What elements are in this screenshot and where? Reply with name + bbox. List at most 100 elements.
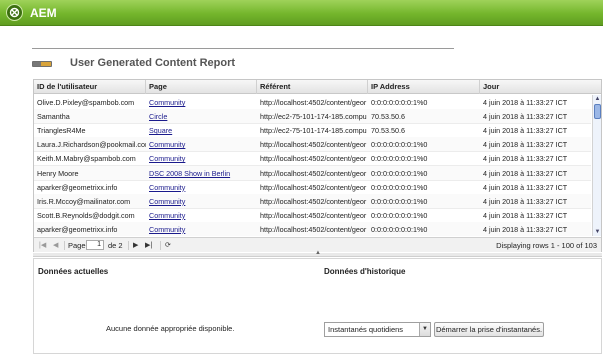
- column-header-ip[interactable]: IP Address: [368, 80, 480, 94]
- cell-date: 4 juin 2018 à 11:33:27 ICT: [483, 112, 568, 122]
- cell-user: Laura.J.Richardson@pookmail.com: [37, 140, 146, 150]
- scroll-thumb[interactable]: [594, 104, 601, 119]
- chevron-down-icon[interactable]: ▼: [419, 323, 430, 336]
- cell-user: Henry Moore: [37, 168, 79, 178]
- scroll-up-icon[interactable]: ▲: [594, 96, 601, 102]
- first-page-icon[interactable]: |◀: [39, 241, 46, 250]
- report-grid: ID de l'utilisateur Page Référent IP Add…: [33, 79, 602, 252]
- cell-ip: 70.53.50.6: [371, 112, 405, 122]
- vertical-scrollbar[interactable]: ▲ ▼: [592, 95, 601, 236]
- table-row[interactable]: Scott.B.Reynolds@dodgit.com Community http…: [34, 208, 591, 223]
- cell-referrer: http://localhost:4502/content/geor: [260, 196, 367, 206]
- cell-user: aparker@geometrixx.info: [37, 224, 118, 234]
- cell-date: 4 juin 2018 à 11:33:27 ICT: [483, 182, 568, 192]
- cell-user: Samantha: [37, 112, 70, 122]
- cell-date: 4 juin 2018 à 11:33:27 ICT: [483, 196, 568, 206]
- title-divider: [32, 48, 454, 49]
- cell-page-link[interactable]: Community: [146, 95, 257, 110]
- table-row[interactable]: Iris.R.Mccoy@mailinator.com Community http…: [34, 193, 591, 209]
- cell-user: Scott.B.Reynolds@dodgit.com: [37, 210, 135, 220]
- cell-ip: 70.53.50.6: [371, 126, 405, 136]
- snapshot-panel: Données actuelles Données d'historique A…: [33, 258, 602, 354]
- table-row[interactable]: Samantha Circle http://ec2-75-101-174-185.…: [34, 109, 591, 125]
- cell-date: 4 juin 2018 à 11:33:27 ICT: [483, 126, 568, 136]
- cell-ip: 0:0:0:0:0:0:0:1%0: [371, 98, 428, 107]
- table-row[interactable]: aparker@geometrixx.info Community http://l…: [34, 180, 591, 195]
- cell-page-link[interactable]: Square: [146, 123, 257, 138]
- column-header-referrer[interactable]: Référent: [257, 80, 368, 94]
- cell-user: Iris.R.Mccoy@mailinator.com: [37, 196, 131, 206]
- column-header-date[interactable]: Jour: [480, 80, 601, 94]
- cell-date: 4 juin 2018 à 11:33:27 ICT: [483, 98, 568, 107]
- cell-referrer: http://localhost:4502/content/geor: [260, 154, 367, 164]
- snapshot-interval-value: Instantanés quotidiens: [328, 325, 404, 334]
- aem-logo-icon[interactable]: [6, 4, 23, 21]
- cell-referrer: http://localhost:4502/content/geor: [260, 168, 367, 178]
- table-row[interactable]: aparker@geometrixx.info Community http://l…: [34, 221, 591, 236]
- rows-display-status: Displaying rows 1 - 100 of 103: [496, 241, 597, 250]
- grid-header: ID de l'utilisateur Page Référent IP Add…: [34, 80, 601, 94]
- cell-date: 4 juin 2018 à 11:33:27 ICT: [483, 140, 568, 150]
- page-label: Page: [68, 241, 86, 250]
- top-bar: AEM: [0, 0, 603, 26]
- report-title: User Generated Content Report: [70, 57, 236, 69]
- prev-page-icon[interactable]: ◀: [53, 241, 58, 250]
- cell-referrer: http://localhost:4502/content/geor: [260, 210, 367, 220]
- cell-referrer: http://ec2-75-101-174-185.compu: [260, 126, 367, 136]
- cell-user: Keith.M.Mabry@spambob.com: [37, 154, 136, 164]
- cell-page-link[interactable]: Community: [146, 137, 257, 152]
- table-row[interactable]: Laura.J.Richardson@pookmail.com Community…: [34, 137, 591, 153]
- table-row[interactable]: Henry Moore DSC 2008 Show in Berlin http:/…: [34, 165, 591, 181]
- history-data-title: Données d'historique: [324, 267, 406, 276]
- cell-ip: 0:0:0:0:0:0:0:1%0: [371, 140, 428, 150]
- cell-page-link[interactable]: DSC 2008 Show in Berlin: [146, 166, 257, 181]
- cell-page-link[interactable]: Community: [146, 151, 257, 166]
- cell-ip: 0:0:0:0:0:0:0:1%0: [371, 224, 428, 234]
- last-page-icon[interactable]: ▶|: [145, 241, 152, 250]
- table-row[interactable]: Keith.M.Mabry@spambob.com Community http:/…: [34, 151, 591, 167]
- panel-splitter[interactable]: ▲: [33, 250, 602, 257]
- cell-ip: 0:0:0:0:0:0:0:1%0: [371, 168, 428, 178]
- table-row[interactable]: TrianglesR4Me Square http://ec2-75-101-174…: [34, 123, 591, 139]
- cell-user: Olive.D.Pixley@spambob.com: [37, 98, 135, 107]
- start-snapshot-button[interactable]: Démarrer la prise d'instantanés.: [434, 322, 544, 337]
- cell-page-link[interactable]: Community: [146, 222, 257, 236]
- grid-body: Olive.D.Pixley@spambob.com Community http:…: [34, 95, 591, 236]
- cell-page-link[interactable]: Community: [146, 208, 257, 223]
- pager-separator: [128, 241, 129, 250]
- cell-page-link[interactable]: Community: [146, 194, 257, 209]
- report-icon: [32, 61, 52, 67]
- pager-separator: [160, 241, 161, 250]
- page-number-input[interactable]: 1: [86, 240, 104, 250]
- cell-referrer: http://localhost:4502/content/geor: [260, 224, 367, 234]
- page-count-label: de 2: [108, 241, 123, 250]
- table-row[interactable]: Olive.D.Pixley@spambob.com Community http:…: [34, 95, 591, 110]
- cell-date: 4 juin 2018 à 11:33:27 ICT: [483, 210, 568, 220]
- cell-referrer: http://localhost:4502/content/geor: [260, 140, 367, 150]
- cell-referrer: http://ec2-75-101-174-185.compu: [260, 112, 367, 122]
- app-brand: AEM: [30, 6, 57, 20]
- cell-date: 4 juin 2018 à 11:33:27 ICT: [483, 154, 568, 164]
- cell-ip: 0:0:0:0:0:0:0:1%0: [371, 210, 428, 220]
- scroll-down-icon[interactable]: ▼: [594, 229, 601, 235]
- cell-user: aparker@geometrixx.info: [37, 182, 118, 192]
- snapshot-interval-select[interactable]: Instantanés quotidiens ▼: [324, 322, 431, 337]
- refresh-icon[interactable]: ⟳: [165, 241, 171, 250]
- current-data-title: Données actuelles: [38, 267, 109, 276]
- column-header-page[interactable]: Page: [146, 80, 257, 94]
- next-page-icon[interactable]: ▶: [133, 241, 138, 250]
- cell-page-link[interactable]: Circle: [146, 109, 257, 124]
- cell-date: 4 juin 2018 à 11:33:27 ICT: [483, 168, 568, 178]
- pager-separator: [64, 241, 65, 250]
- cell-user: TrianglesR4Me: [37, 126, 86, 136]
- cell-ip: 0:0:0:0:0:0:0:1%0: [371, 154, 428, 164]
- cell-ip: 0:0:0:0:0:0:0:1%0: [371, 182, 428, 192]
- cell-date: 4 juin 2018 à 11:33:27 ICT: [483, 224, 568, 234]
- empty-data-message: Aucune donnée appropriée disponible.: [106, 324, 235, 333]
- cell-referrer: http://localhost:4502/content/geor: [260, 98, 367, 107]
- column-header-user[interactable]: ID de l'utilisateur: [34, 80, 146, 94]
- cell-ip: 0:0:0:0:0:0:0:1%0: [371, 196, 428, 206]
- collapse-icon[interactable]: ▲: [315, 250, 321, 256]
- cell-referrer: http://localhost:4502/content/geor: [260, 182, 367, 192]
- cell-page-link[interactable]: Community: [146, 180, 257, 195]
